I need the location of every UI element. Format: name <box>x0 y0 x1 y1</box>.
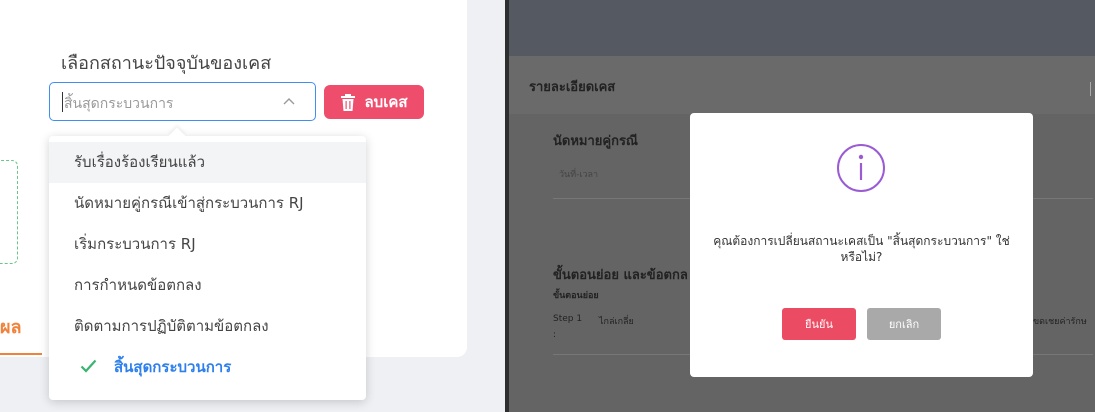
case-detail-panel: รายละเอียดเคส นัดหมายคู่กรณี วันที่-เวลา… <box>505 0 1095 412</box>
status-dropdown-menu: รับเรื่องร้องเรียนแล้ว นัดหมายคู่กรณีเข้… <box>49 127 366 400</box>
tab-result-fragment[interactable]: ผล <box>0 312 22 341</box>
section-label: เลือกสถานะปัจจุบันของเคส <box>61 53 272 74</box>
status-option-follow-up[interactable]: ติดตามการปฏิบัติตามข้อตกลง <box>49 306 366 347</box>
status-option-end-process-label: สิ้นสุดกระบวนการ <box>114 358 232 376</box>
status-option-agreement[interactable]: การกำหนดข้อตกลง <box>49 265 366 306</box>
check-icon <box>80 359 97 373</box>
appointment-title: นัดหมายคู่กรณี <box>553 134 638 149</box>
delete-case-button[interactable]: ลบเคส <box>324 85 424 119</box>
dashed-container-fragment <box>0 160 18 264</box>
case-status-panel: เลือกสถานะปัจจุบันของเคส สิ้นสุดกระบวนกา… <box>0 0 505 412</box>
step1-colon: : <box>553 330 557 340</box>
substep-label: ขั้นตอนย่อย <box>553 291 599 301</box>
steps-title: ขั้นตอนย่อย และข้อตกล <box>553 268 688 283</box>
top-bar <box>509 0 1095 56</box>
status-option-end-process[interactable]: สิ้นสุดกระบวนการ <box>49 347 366 388</box>
cancel-button[interactable]: ยกเลิก <box>867 308 941 340</box>
case-detail-title: รายละเอียดเคส <box>529 80 616 95</box>
confirm-status-modal: คุณต้องการเปลี่ยนสถานะเคสเป็น "สิ้นสุดกร… <box>690 113 1033 377</box>
step1-row: Step 1 : ไกล่เกลี่ย <box>553 314 634 340</box>
status-option-complaint-received[interactable]: รับเรื่องร้องเรียนแล้ว <box>49 142 366 183</box>
compensation-text: ขดเชยค่ารักษ <box>1033 317 1087 327</box>
step1-name: ไกล่เกลี่ย <box>599 317 634 327</box>
status-select-value: สิ้นสุดกระบวนการ <box>64 96 174 112</box>
status-option-appointment[interactable]: นัดหมายคู่กรณีเข้าสู่กระบวนการ RJ <box>49 183 366 224</box>
datetime-label: วันที่-เวลา <box>559 170 599 180</box>
status-select[interactable]: สิ้นสุดกระบวนการ <box>49 82 316 121</box>
info-icon <box>837 144 885 192</box>
trash-icon <box>341 93 356 111</box>
text-caret <box>62 92 63 112</box>
confirm-button[interactable]: ยืนยัน <box>782 308 856 340</box>
chevron-up-icon <box>283 98 295 105</box>
tab-underline <box>0 353 42 355</box>
modal-message: คุณต้องการเปลี่ยนสถานะเคสเป็น "สิ้นสุดกร… <box>713 234 1010 264</box>
header-divider <box>1090 82 1091 96</box>
delete-case-label: ลบเคส <box>364 93 408 111</box>
step1-label: Step 1 <box>553 314 583 324</box>
case-detail-header: รายละเอียดเคส <box>509 56 1095 114</box>
status-option-start-rj[interactable]: เริ่มกระบวนการ RJ <box>49 224 366 265</box>
